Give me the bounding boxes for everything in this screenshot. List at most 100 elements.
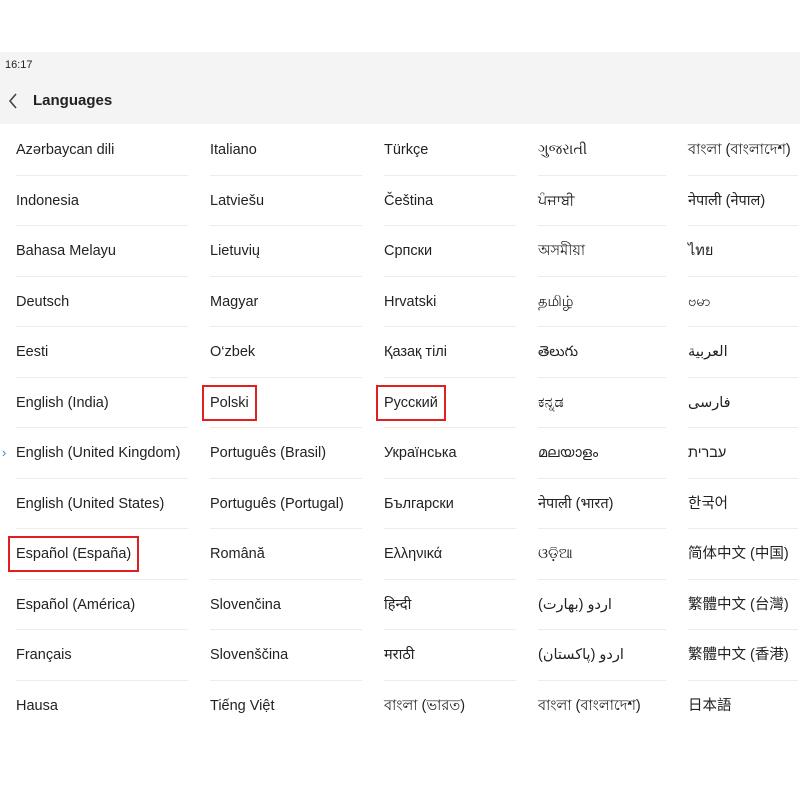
- language-item[interactable]: اردو (بھارت): [538, 580, 666, 630]
- language-label: Hausa: [16, 697, 58, 714]
- status-time: 16:17: [5, 59, 33, 71]
- language-item[interactable]: বাংলা (বাংলাদেশ): [688, 125, 798, 176]
- language-label: বাংলা (বাংলাদেশ): [688, 142, 791, 158]
- language-item[interactable]: Hrvatski: [384, 277, 516, 327]
- language-label: 繁體中文 (台灣): [688, 596, 789, 613]
- language-item[interactable]: 简体中文 (中国): [688, 529, 798, 580]
- header-bar: Languages: [0, 78, 800, 124]
- language-item[interactable]: Azərbaycan dili: [16, 125, 188, 176]
- language-label: ଓଡ଼ିଆ: [538, 546, 573, 562]
- language-label: Eesti: [16, 344, 49, 360]
- language-item[interactable]: বাংলা (ভারত): [384, 681, 516, 732]
- language-label: ਪੰਜਾਬੀ: [538, 192, 575, 209]
- language-item[interactable]: Español (España): [7, 529, 188, 580]
- language-item[interactable]: മലയാളം: [538, 428, 666, 479]
- language-item[interactable]: ગુજરાતી: [538, 125, 666, 176]
- language-item[interactable]: Türkçe: [384, 125, 516, 176]
- language-label: Hrvatski: [384, 293, 437, 310]
- language-item[interactable]: Lietuvių: [210, 226, 362, 277]
- language-item[interactable]: فارسی: [688, 378, 798, 428]
- language-item[interactable]: Eesti: [16, 327, 188, 378]
- language-label: Tiếng Việt: [210, 697, 275, 714]
- chevron-right-icon: ›: [2, 445, 7, 460]
- language-item[interactable]: English (India): [16, 378, 188, 428]
- language-item[interactable]: ಕನ್ನಡ: [538, 378, 666, 428]
- language-item[interactable]: Italiano: [210, 125, 362, 176]
- back-button[interactable]: [4, 88, 22, 114]
- language-item[interactable]: اردو (پاکستان): [538, 630, 666, 681]
- language-item[interactable]: Română: [210, 529, 362, 580]
- language-item[interactable]: অসমীয়া: [538, 226, 666, 277]
- language-label: हिन्दी: [384, 596, 412, 613]
- language-label: Ελληνικά: [384, 546, 443, 562]
- language-item[interactable]: বাংলা (বাংলাদেশ): [538, 681, 666, 732]
- language-label: Azərbaycan dili: [16, 142, 115, 158]
- language-item[interactable]: English (United States): [16, 479, 188, 529]
- language-item[interactable]: 日本語: [688, 681, 798, 732]
- language-item[interactable]: Slovenščina: [210, 630, 362, 681]
- language-item[interactable]: Deutsch: [16, 277, 188, 327]
- language-item[interactable]: Latviešu: [210, 176, 362, 226]
- language-label: English (United States): [16, 495, 165, 512]
- language-label: 한국어: [688, 495, 729, 512]
- language-item[interactable]: Қазақ тілі: [384, 327, 516, 378]
- language-label: Português (Brasil): [210, 445, 327, 461]
- language-label: తెలుగు: [538, 344, 579, 360]
- language-label: English (United Kingdom): [16, 445, 181, 461]
- language-item[interactable]: ဗမာ: [688, 277, 798, 327]
- language-item[interactable]: Slovenčina: [210, 580, 362, 630]
- language-label: ဗမာ: [688, 293, 711, 310]
- language-item[interactable]: Čeština: [384, 176, 516, 226]
- language-label: Lietuvių: [210, 243, 260, 259]
- language-label: Français: [16, 647, 72, 663]
- language-label: English (India): [16, 394, 109, 411]
- language-item[interactable]: नेपाली (भारत): [538, 479, 666, 529]
- language-label: ไทย: [688, 243, 714, 259]
- language-label: Polski: [202, 384, 257, 421]
- language-item[interactable]: Українська: [384, 428, 516, 479]
- language-item[interactable]: Indonesia: [16, 176, 188, 226]
- language-item[interactable]: ଓଡ଼ିଆ: [538, 529, 666, 580]
- language-item[interactable]: › English (United Kingdom): [2, 428, 188, 479]
- language-item[interactable]: Српски: [384, 226, 516, 277]
- language-label: मराठी: [384, 647, 415, 663]
- language-item[interactable]: తెలుగు: [538, 327, 666, 378]
- language-item[interactable]: हिन्दी: [384, 580, 516, 630]
- language-label: Bahasa Melayu: [16, 243, 116, 259]
- language-label: नेपाली (भारत): [538, 495, 614, 512]
- language-item[interactable]: ไทย: [688, 226, 798, 277]
- language-label: עברית: [688, 445, 727, 461]
- language-item[interactable]: Español (América): [16, 580, 188, 630]
- language-item[interactable]: Français: [16, 630, 188, 681]
- language-item[interactable]: Português (Brasil): [210, 428, 362, 479]
- language-item[interactable]: Polski: [202, 378, 362, 428]
- language-label: Italiano: [210, 142, 257, 158]
- language-label: Latviešu: [210, 192, 265, 209]
- language-item[interactable]: Português (Portugal): [210, 479, 362, 529]
- language-item[interactable]: Български: [384, 479, 516, 529]
- language-label: 日本語: [688, 697, 732, 714]
- language-item[interactable]: नेपाली (नेपाल): [688, 176, 798, 226]
- language-item[interactable]: Hausa: [16, 681, 188, 732]
- language-item[interactable]: Magyar: [210, 277, 362, 327]
- language-label: Українська: [384, 445, 457, 461]
- language-item[interactable]: עברית: [688, 428, 798, 479]
- language-item[interactable]: 한국어: [688, 479, 798, 529]
- language-label: Magyar: [210, 293, 259, 310]
- language-item[interactable]: Tiếng Việt: [210, 681, 362, 732]
- language-item[interactable]: ਪੰਜਾਬੀ: [538, 176, 666, 226]
- language-item[interactable]: मराठी: [384, 630, 516, 681]
- language-label: Español (España): [7, 536, 140, 573]
- language-item[interactable]: O‘zbek: [210, 327, 362, 378]
- language-label: Slovenčina: [210, 596, 281, 613]
- language-item[interactable]: Русский: [376, 378, 516, 428]
- page-title: Languages: [33, 92, 113, 109]
- language-label: Deutsch: [16, 293, 70, 310]
- language-item[interactable]: العربية: [688, 327, 798, 378]
- language-item[interactable]: 繁體中文 (台灣): [688, 580, 798, 630]
- language-item[interactable]: Bahasa Melayu: [16, 226, 188, 277]
- language-item[interactable]: 繁體中文 (香港): [688, 630, 798, 681]
- language-item[interactable]: தமிழ்: [538, 277, 666, 327]
- language-item[interactable]: Ελληνικά: [384, 529, 516, 580]
- language-label: Қазақ тілі: [384, 344, 447, 360]
